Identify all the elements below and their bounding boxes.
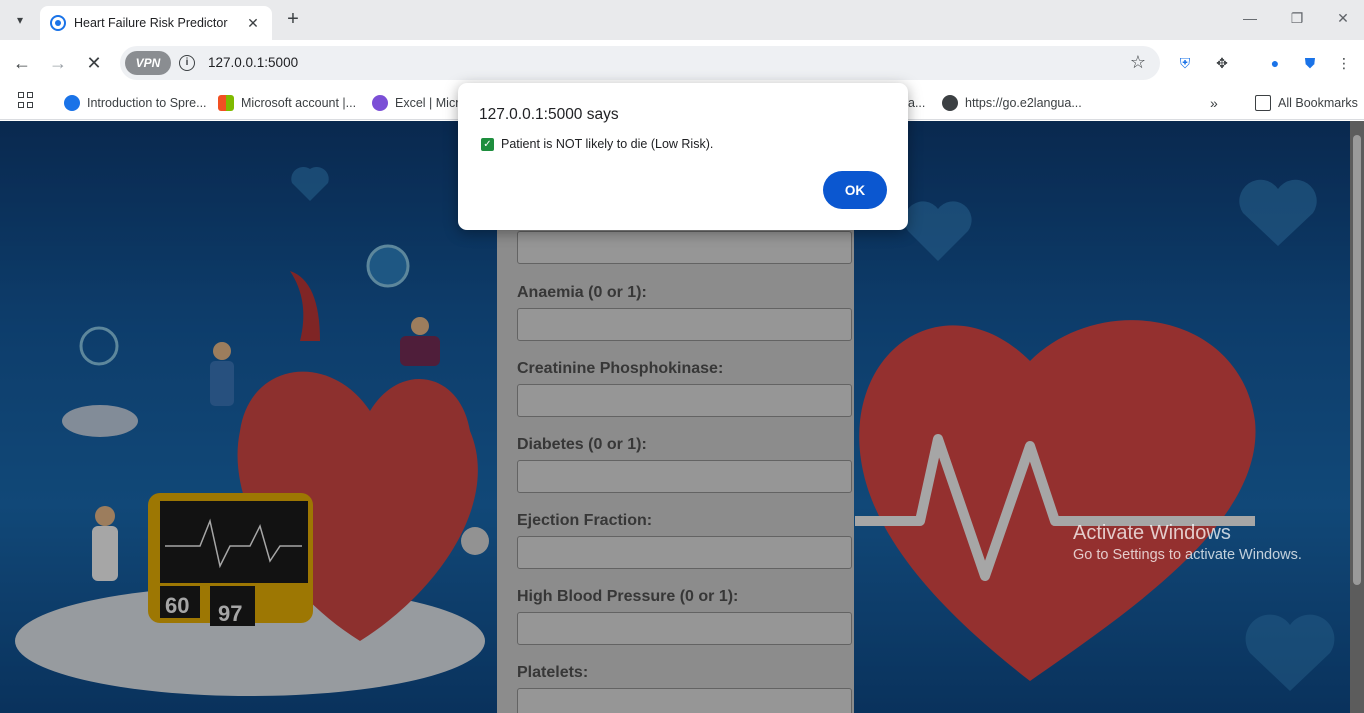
restore-icon[interactable]: ❐ [1287, 10, 1307, 30]
extensions-icon[interactable]: ✥ [1212, 53, 1232, 73]
bookmark-item[interactable]: Microsoft account |... [218, 93, 356, 113]
bookmark-label: a... [908, 96, 926, 110]
bookmark-item[interactable]: Introduction to Spre... [64, 93, 207, 113]
microsoft-logo-icon [218, 95, 234, 111]
window-close-icon[interactable]: ✕ [1333, 10, 1353, 30]
dialog-message: ✓ Patient is NOT likely to die (Low Risk… [481, 137, 713, 151]
bookmark-label: Excel | Micro [395, 96, 467, 110]
url-text[interactable]: 127.0.0.1:5000 [208, 55, 298, 70]
tab-search-icon[interactable]: ▾ [8, 8, 32, 32]
browser-tab[interactable]: Heart Failure Risk Predictor ✕ [40, 6, 272, 40]
stop-loading-icon[interactable]: ✕ [82, 51, 106, 75]
back-icon[interactable]: ← [10, 51, 34, 75]
page-scrollbar[interactable] [1350, 121, 1364, 713]
new-tab-button[interactable]: + [282, 9, 304, 31]
folder-icon [1255, 95, 1271, 111]
windows-activation-watermark: Activate Windows Go to Settings to activ… [1073, 522, 1302, 563]
watermark-line-2: Go to Settings to activate Windows. [1073, 547, 1302, 563]
checkmark-icon: ✓ [481, 137, 494, 151]
site-info-icon[interactable]: i [179, 55, 195, 71]
bookmark-item[interactable]: Excel | Micro [372, 93, 466, 113]
forward-icon[interactable]: → [46, 51, 70, 75]
copilot-icon [372, 95, 388, 111]
browser-toolbar: ← → ✕ VPN i 127.0.0.1:5000 ☆ ⛨ ✥ ● ⛊ ⋮ [0, 40, 1364, 86]
vpn-badge[interactable]: VPN [125, 51, 171, 75]
address-bar[interactable]: VPN i 127.0.0.1:5000 ☆ [120, 46, 1160, 80]
watermark-line-1: Activate Windows [1073, 522, 1231, 544]
dialog-message-text: Patient is NOT likely to die (Low Risk). [501, 137, 714, 151]
bookmark-star-icon[interactable]: ☆ [1130, 52, 1146, 73]
minimize-icon[interactable]: — [1240, 10, 1260, 30]
all-bookmarks-folder[interactable]: All Bookmarks [1255, 93, 1358, 113]
bookmark-item[interactable]: a... [908, 93, 925, 113]
dialog-title: 127.0.0.1:5000 says [479, 106, 619, 123]
bookmark-favicon-icon [64, 95, 80, 111]
ok-button[interactable]: OK [823, 171, 887, 209]
globe-icon [942, 95, 958, 111]
privacy-shield-icon[interactable]: ⛨ [1175, 53, 1195, 73]
security-extension-icon[interactable]: ⛊ [1300, 53, 1320, 73]
bookmark-label: https://go.e2langua... [965, 96, 1082, 110]
apps-grid-icon[interactable] [18, 92, 34, 108]
profile-icon[interactable]: ● [1265, 53, 1285, 73]
alert-dialog: 127.0.0.1:5000 says ✓ Patient is NOT lik… [458, 83, 908, 230]
more-bookmarks-icon[interactable]: » [1210, 93, 1218, 113]
menu-icon[interactable]: ⋮ [1334, 53, 1354, 73]
tab-close-icon[interactable]: ✕ [244, 15, 262, 32]
tab-title: Heart Failure Risk Predictor [74, 16, 228, 30]
bookmark-label: Microsoft account |... [241, 96, 357, 110]
tab-strip: ▾ Heart Failure Risk Predictor ✕ + — ❐ ✕ [0, 0, 1364, 40]
bookmark-item[interactable]: https://go.e2langua... [942, 93, 1082, 113]
bookmark-label: Introduction to Spre... [87, 96, 207, 110]
all-bookmarks-label: All Bookmarks [1278, 96, 1358, 110]
scrollbar-thumb[interactable] [1353, 135, 1361, 585]
site-favicon-icon [50, 15, 66, 31]
